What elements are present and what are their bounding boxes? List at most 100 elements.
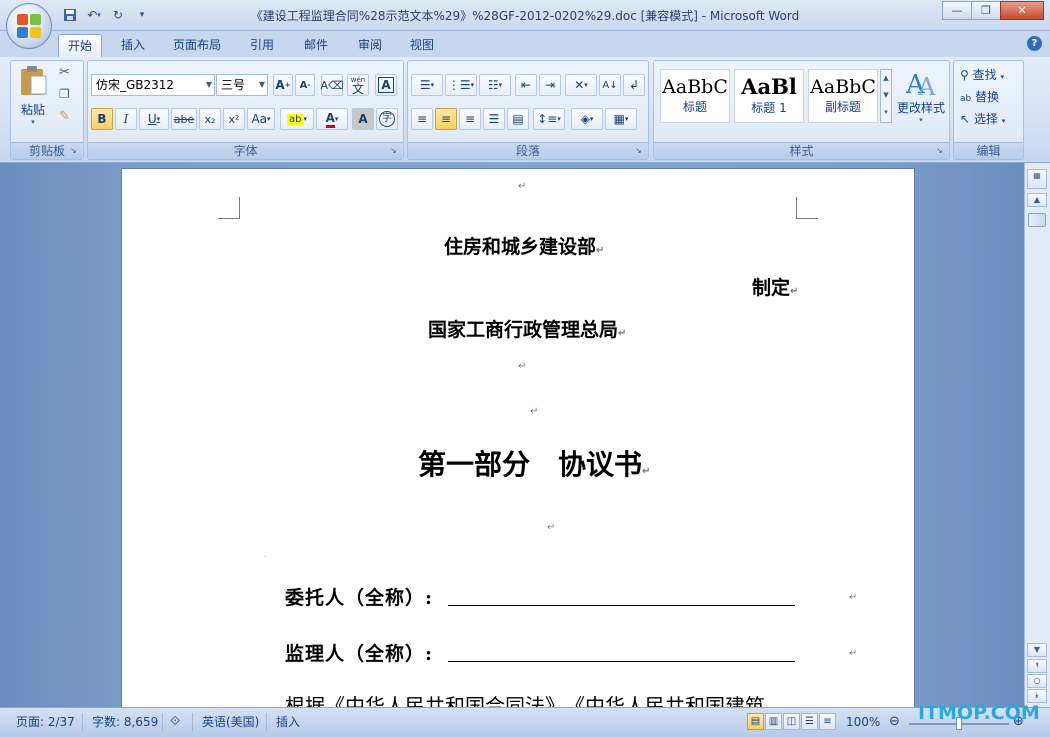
grow-font-button[interactable]: A + xyxy=(273,74,293,96)
shrink-font-button[interactable]: A- xyxy=(295,74,315,96)
minimize-button[interactable]: — xyxy=(942,1,972,20)
tab-home[interactable]: 开始 xyxy=(58,34,102,57)
print-layout-view-icon[interactable]: ▤ xyxy=(747,713,764,730)
font-launcher-icon[interactable]: ↘ xyxy=(390,146,400,156)
phonetic-char: 文 xyxy=(351,82,364,96)
office-logo-icon xyxy=(17,14,41,38)
find-button[interactable]: ⚲ 查找 ▾ xyxy=(960,66,1004,83)
increase-indent-button[interactable]: ⇥ xyxy=(539,74,561,96)
scroll-up-button[interactable]: ▲ xyxy=(1027,193,1047,207)
chinese-layout-icon: ✕ xyxy=(574,78,585,92)
close-button[interactable]: ✕ xyxy=(1000,1,1044,20)
select-browse-object-icon[interactable]: ○ xyxy=(1027,674,1047,688)
status-page[interactable]: 页面: 2/37 xyxy=(16,712,75,732)
align-center-button[interactable]: ≡ xyxy=(435,108,457,130)
paragraph-mark: ↵ xyxy=(849,592,858,603)
chevron-down-icon: ▼ xyxy=(205,80,212,89)
document-page[interactable]: ↵ 住房和城乡建设部↵ 制定↵ 国家工商行政管理总局↵ ↵ ↵ 第一部分 协议书… xyxy=(121,168,915,707)
select-button[interactable]: ↖ 选择 ▾ xyxy=(960,110,1005,127)
style-subtitle[interactable]: AaBbC 副标题 xyxy=(808,69,878,123)
multilevel-list-icon: ☷ xyxy=(487,78,499,92)
scroll-thumb[interactable] xyxy=(1028,213,1046,227)
align-right-button[interactable]: ≡ xyxy=(459,108,481,130)
tab-references[interactable]: 引用 xyxy=(240,34,284,57)
phonetic-guide-button[interactable]: wén 文 xyxy=(347,74,369,96)
office-button[interactable] xyxy=(6,3,52,49)
styles-launcher-icon[interactable]: ↘ xyxy=(936,146,946,156)
vertical-scrollbar[interactable]: ▦ ▲ ▼ ⯭ ○ ⯯ xyxy=(1024,163,1050,707)
window-controls: — ❐ ✕ xyxy=(942,1,1044,20)
highlighter-icon: ab xyxy=(287,113,304,125)
font-name-combo[interactable]: 仿宋_GB2312 ▼ xyxy=(91,74,215,96)
paste-label: 粘贴 xyxy=(20,103,45,117)
ruler-toggle-icon[interactable]: ▦ xyxy=(1027,169,1047,189)
strikethrough-button[interactable]: abe xyxy=(171,108,197,130)
italic-button[interactable]: I xyxy=(115,108,137,130)
line-spacing-button[interactable]: ↕≡ ▾ xyxy=(533,108,565,130)
numbering-icon: ⋮☰ xyxy=(447,78,471,92)
styles-scroll[interactable]: ▲ ▼ ▾ xyxy=(880,69,892,123)
select-label: 选择 xyxy=(973,112,998,126)
subscript-button[interactable]: x₂ xyxy=(199,108,221,130)
crop-mark-left xyxy=(218,197,240,219)
change-case-button[interactable]: Aa ▾ xyxy=(247,108,275,130)
tab-view[interactable]: 视图 xyxy=(400,34,444,57)
borders-icon: ▦ xyxy=(613,112,625,126)
chinese-layout-button[interactable]: ✕ ▾ xyxy=(565,74,597,96)
change-styles-button[interactable]: A A 更改样式 ▾ xyxy=(894,65,948,139)
zoom-level[interactable]: 100% xyxy=(846,712,880,732)
borders-button[interactable]: ▦ ▾ xyxy=(605,108,637,130)
replace-button[interactable]: ab 替换 xyxy=(960,88,999,105)
font-color-button[interactable]: A ▾ xyxy=(316,108,348,130)
client-underline xyxy=(448,605,795,606)
status-insert-mode[interactable]: 插入 xyxy=(276,712,300,732)
enclose-characters-button[interactable]: 字 xyxy=(376,108,398,130)
numbering-button[interactable]: ⋮☰ ▾ xyxy=(445,74,477,96)
doc-line-ministry: 住房和城乡建设部↵ xyxy=(444,236,605,258)
tab-review[interactable]: 审阅 xyxy=(348,34,392,57)
superscript-button[interactable]: x² xyxy=(223,108,245,130)
grow-font-label: A xyxy=(275,78,285,92)
character-border-button[interactable]: A xyxy=(375,74,397,96)
decrease-indent-button[interactable]: ⇤ xyxy=(515,74,537,96)
shading-button[interactable]: ◈ ▾ xyxy=(571,108,603,130)
multilevel-list-button[interactable]: ☷ ▾ xyxy=(479,74,511,96)
align-left-button[interactable]: ≡ xyxy=(411,108,433,130)
clipboard-launcher-icon[interactable]: ↘ xyxy=(70,146,80,156)
tab-insert[interactable]: 插入 xyxy=(112,34,154,57)
bullets-button[interactable]: ☰ ▾ xyxy=(411,74,443,96)
proofing-icon[interactable]: ⟐ xyxy=(170,712,180,732)
distributed-button[interactable]: ▤ xyxy=(507,108,529,130)
character-shading-button[interactable]: A xyxy=(352,108,374,130)
draft-view-icon[interactable]: ≡ xyxy=(819,713,836,730)
doc-heading: 第一部分 协议书↵ xyxy=(418,448,651,481)
paste-button[interactable]: 粘贴 ▾ xyxy=(15,65,51,135)
cut-icon[interactable]: ✂ xyxy=(59,65,70,80)
status-words[interactable]: 字数: 8,659 xyxy=(92,712,158,732)
paragraph-launcher-icon[interactable]: ↘ xyxy=(635,146,645,156)
web-layout-view-icon[interactable]: ◫ xyxy=(783,713,800,730)
zoom-out-icon[interactable]: ⊖ xyxy=(889,712,900,732)
style-heading-1[interactable]: AaBl 标题 1 xyxy=(734,69,804,123)
outline-view-icon[interactable]: ☰ xyxy=(801,713,818,730)
scroll-down-button[interactable]: ▼ xyxy=(1027,643,1047,657)
underline-button[interactable]: U ▾ xyxy=(139,108,169,130)
justify-button[interactable]: ☰ xyxy=(483,108,505,130)
tab-page-layout[interactable]: 页面布局 xyxy=(166,34,228,57)
maximize-button[interactable]: ❐ xyxy=(971,1,1001,20)
next-page-button[interactable]: ⯯ xyxy=(1027,689,1047,703)
copy-icon[interactable]: ❐ xyxy=(59,87,70,101)
status-language[interactable]: 英语(美国) xyxy=(202,712,259,732)
format-painter-icon[interactable]: ✎ xyxy=(59,109,70,124)
font-size-combo[interactable]: 三号 ▼ xyxy=(216,74,268,96)
tab-mailings[interactable]: 邮件 xyxy=(294,34,338,57)
bold-button[interactable]: B xyxy=(91,108,113,130)
highlight-button[interactable]: ab ▾ xyxy=(280,108,314,130)
help-icon[interactable]: ? xyxy=(1027,36,1042,51)
previous-page-button[interactable]: ⯭ xyxy=(1027,659,1047,673)
style-title[interactable]: AaBbC 标题 xyxy=(660,69,730,123)
show-hide-marks-button[interactable]: ↲ xyxy=(623,74,645,96)
full-screen-reading-view-icon[interactable]: ▥ xyxy=(765,713,782,730)
clear-formatting-button[interactable]: A⌫ xyxy=(320,74,344,96)
sort-button[interactable]: A↓ xyxy=(599,74,621,96)
